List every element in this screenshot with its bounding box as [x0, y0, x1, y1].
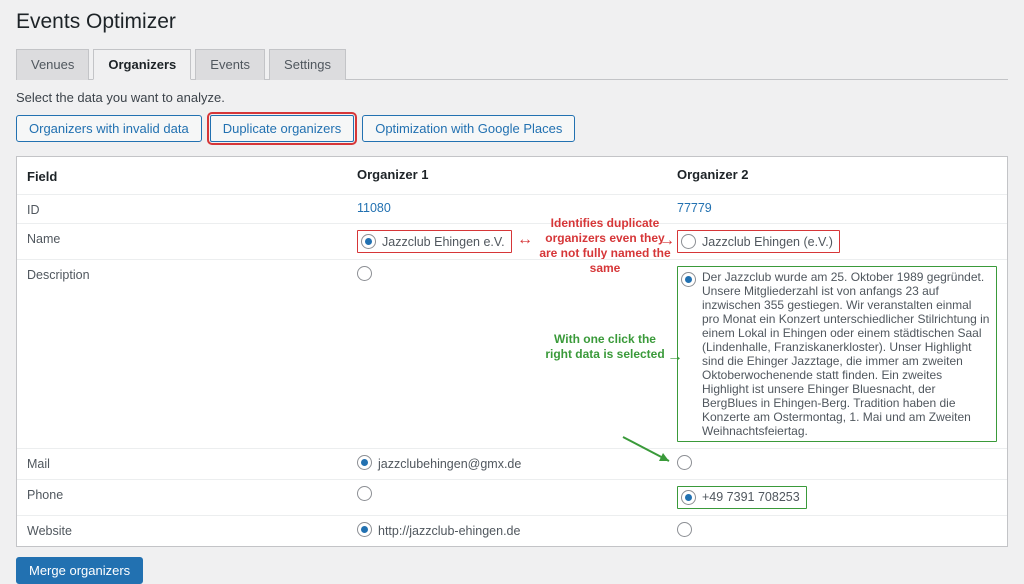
org2-description: Der Jazzclub wurde am 25. Oktober 1989 g…: [702, 270, 990, 438]
radio-org1-description[interactable]: [357, 266, 372, 281]
radio-org1-mail[interactable]: [357, 455, 372, 470]
radio-org2-phone[interactable]: [681, 490, 696, 505]
label-phone: Phone: [27, 486, 357, 502]
tab-venues[interactable]: Venues: [16, 49, 89, 80]
org2-name: Jazzclub Ehingen (e.V.): [702, 235, 833, 249]
tab-bar: Venues Organizers Events Settings: [16, 48, 1008, 80]
header-field: Field: [27, 167, 357, 184]
page-title: Events Optimizer: [16, 10, 1008, 34]
radio-org1-website[interactable]: [357, 522, 372, 537]
btn-invalid-data[interactable]: Organizers with invalid data: [16, 115, 202, 142]
instruction-text: Select the data you want to analyze.: [16, 90, 1008, 105]
header-org2: Organizer 2: [677, 167, 997, 182]
tab-organizers[interactable]: Organizers: [93, 49, 191, 80]
row-website: Website http://jazzclub-ehingen.de: [17, 515, 1007, 546]
org1-website: http://jazzclub-ehingen.de: [378, 522, 520, 540]
header-org1: Organizer 1: [357, 167, 677, 182]
label-id: ID: [27, 201, 357, 217]
comparison-table: Field Organizer 1 Organizer 2 ID 11080 7…: [16, 156, 1008, 547]
org1-id-link[interactable]: 11080: [357, 201, 391, 215]
annotation-oneclick: With one click the right data is selecte…: [545, 332, 665, 362]
tab-settings[interactable]: Settings: [269, 49, 346, 80]
row-description: Description With one click the right dat…: [17, 259, 1007, 448]
radio-org1-name[interactable]: [361, 234, 376, 249]
tab-events[interactable]: Events: [195, 49, 265, 80]
radio-org2-mail[interactable]: [677, 455, 692, 470]
label-website: Website: [27, 522, 357, 538]
org1-name: Jazzclub Ehingen e.V.: [382, 235, 505, 249]
btn-duplicate-organizers[interactable]: Duplicate organizers: [210, 115, 355, 142]
row-mail: Mail jazzclubehingen@gmx.de: [17, 448, 1007, 479]
org1-mail: jazzclubehingen@gmx.de: [378, 455, 521, 473]
radio-org2-name[interactable]: [681, 234, 696, 249]
org2-phone: +49 7391 708253: [702, 490, 800, 504]
radio-org2-description[interactable]: [681, 272, 696, 287]
org2-id-link[interactable]: 77779: [677, 201, 712, 215]
arrow-left-icon: ↔: [517, 231, 533, 249]
row-phone: Phone +49 7391 708253: [17, 479, 1007, 515]
btn-google-places[interactable]: Optimization with Google Places: [362, 115, 575, 142]
filter-button-row: Organizers with invalid data Duplicate o…: [16, 115, 1008, 142]
row-name: Name Jazzclub Ehingen e.V. ↔ Identifies …: [17, 223, 1007, 259]
label-description: Description: [27, 266, 357, 282]
radio-org2-website[interactable]: [677, 522, 692, 537]
row-id: ID 11080 77779: [17, 194, 1007, 223]
merge-button[interactable]: Merge organizers: [16, 557, 143, 584]
label-name: Name: [27, 230, 357, 246]
table-header-row: Field Organizer 1 Organizer 2: [17, 157, 1007, 194]
label-mail: Mail: [27, 455, 357, 471]
radio-org1-phone[interactable]: [357, 486, 372, 501]
